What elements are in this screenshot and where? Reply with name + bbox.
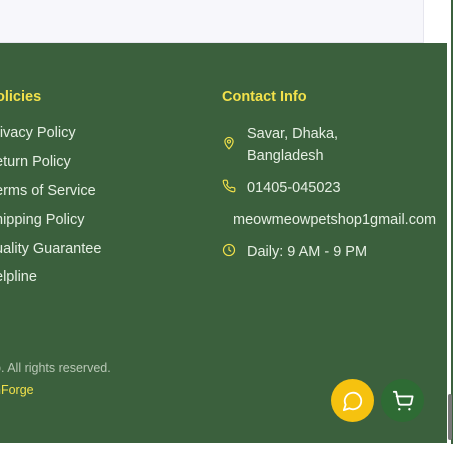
- contact-info-heading: Contact Info: [222, 89, 307, 105]
- copyright-text: p. All rights reserved.: [0, 361, 111, 375]
- opening-hours: Daily: 9 AM - 9 PM: [247, 244, 368, 260]
- chat-bubble-icon: [342, 391, 362, 411]
- site-footer: olicies rivacy Policy eturn Policy erms …: [0, 43, 447, 443]
- map-pin-icon: [224, 136, 234, 150]
- terms-of-service-link[interactable]: erms of Service: [0, 183, 96, 199]
- address-line-1: Savar, Dhaka,: [247, 126, 339, 142]
- shipping-policy-link[interactable]: hipping Policy: [0, 212, 84, 228]
- policies-heading: olicies: [0, 89, 42, 105]
- address-line-2: Bangladesh: [247, 148, 324, 164]
- scrollbar-thumb[interactable]: [448, 394, 452, 440]
- cart-button[interactable]: [381, 379, 424, 422]
- return-policy-link[interactable]: eturn Policy: [0, 154, 71, 170]
- clock-icon: [222, 243, 236, 257]
- quality-guarantee-link[interactable]: uality Guarantee: [0, 241, 101, 257]
- chat-button[interactable]: [331, 379, 374, 422]
- email-address[interactable]: meowmeowpetshop1gmail.com: [233, 209, 436, 231]
- shopping-cart-icon: [392, 390, 414, 410]
- scrollbar-rail: [451, 0, 453, 444]
- privacy-policy-link[interactable]: rivacy Policy: [0, 125, 76, 141]
- phone-icon: [222, 179, 236, 193]
- phone-number[interactable]: 01405-045023: [247, 177, 341, 199]
- content-card-bottom-edge: [0, 0, 424, 43]
- developer-credit[interactable]: nForge: [0, 383, 34, 397]
- helpline-link[interactable]: elpline: [0, 269, 37, 285]
